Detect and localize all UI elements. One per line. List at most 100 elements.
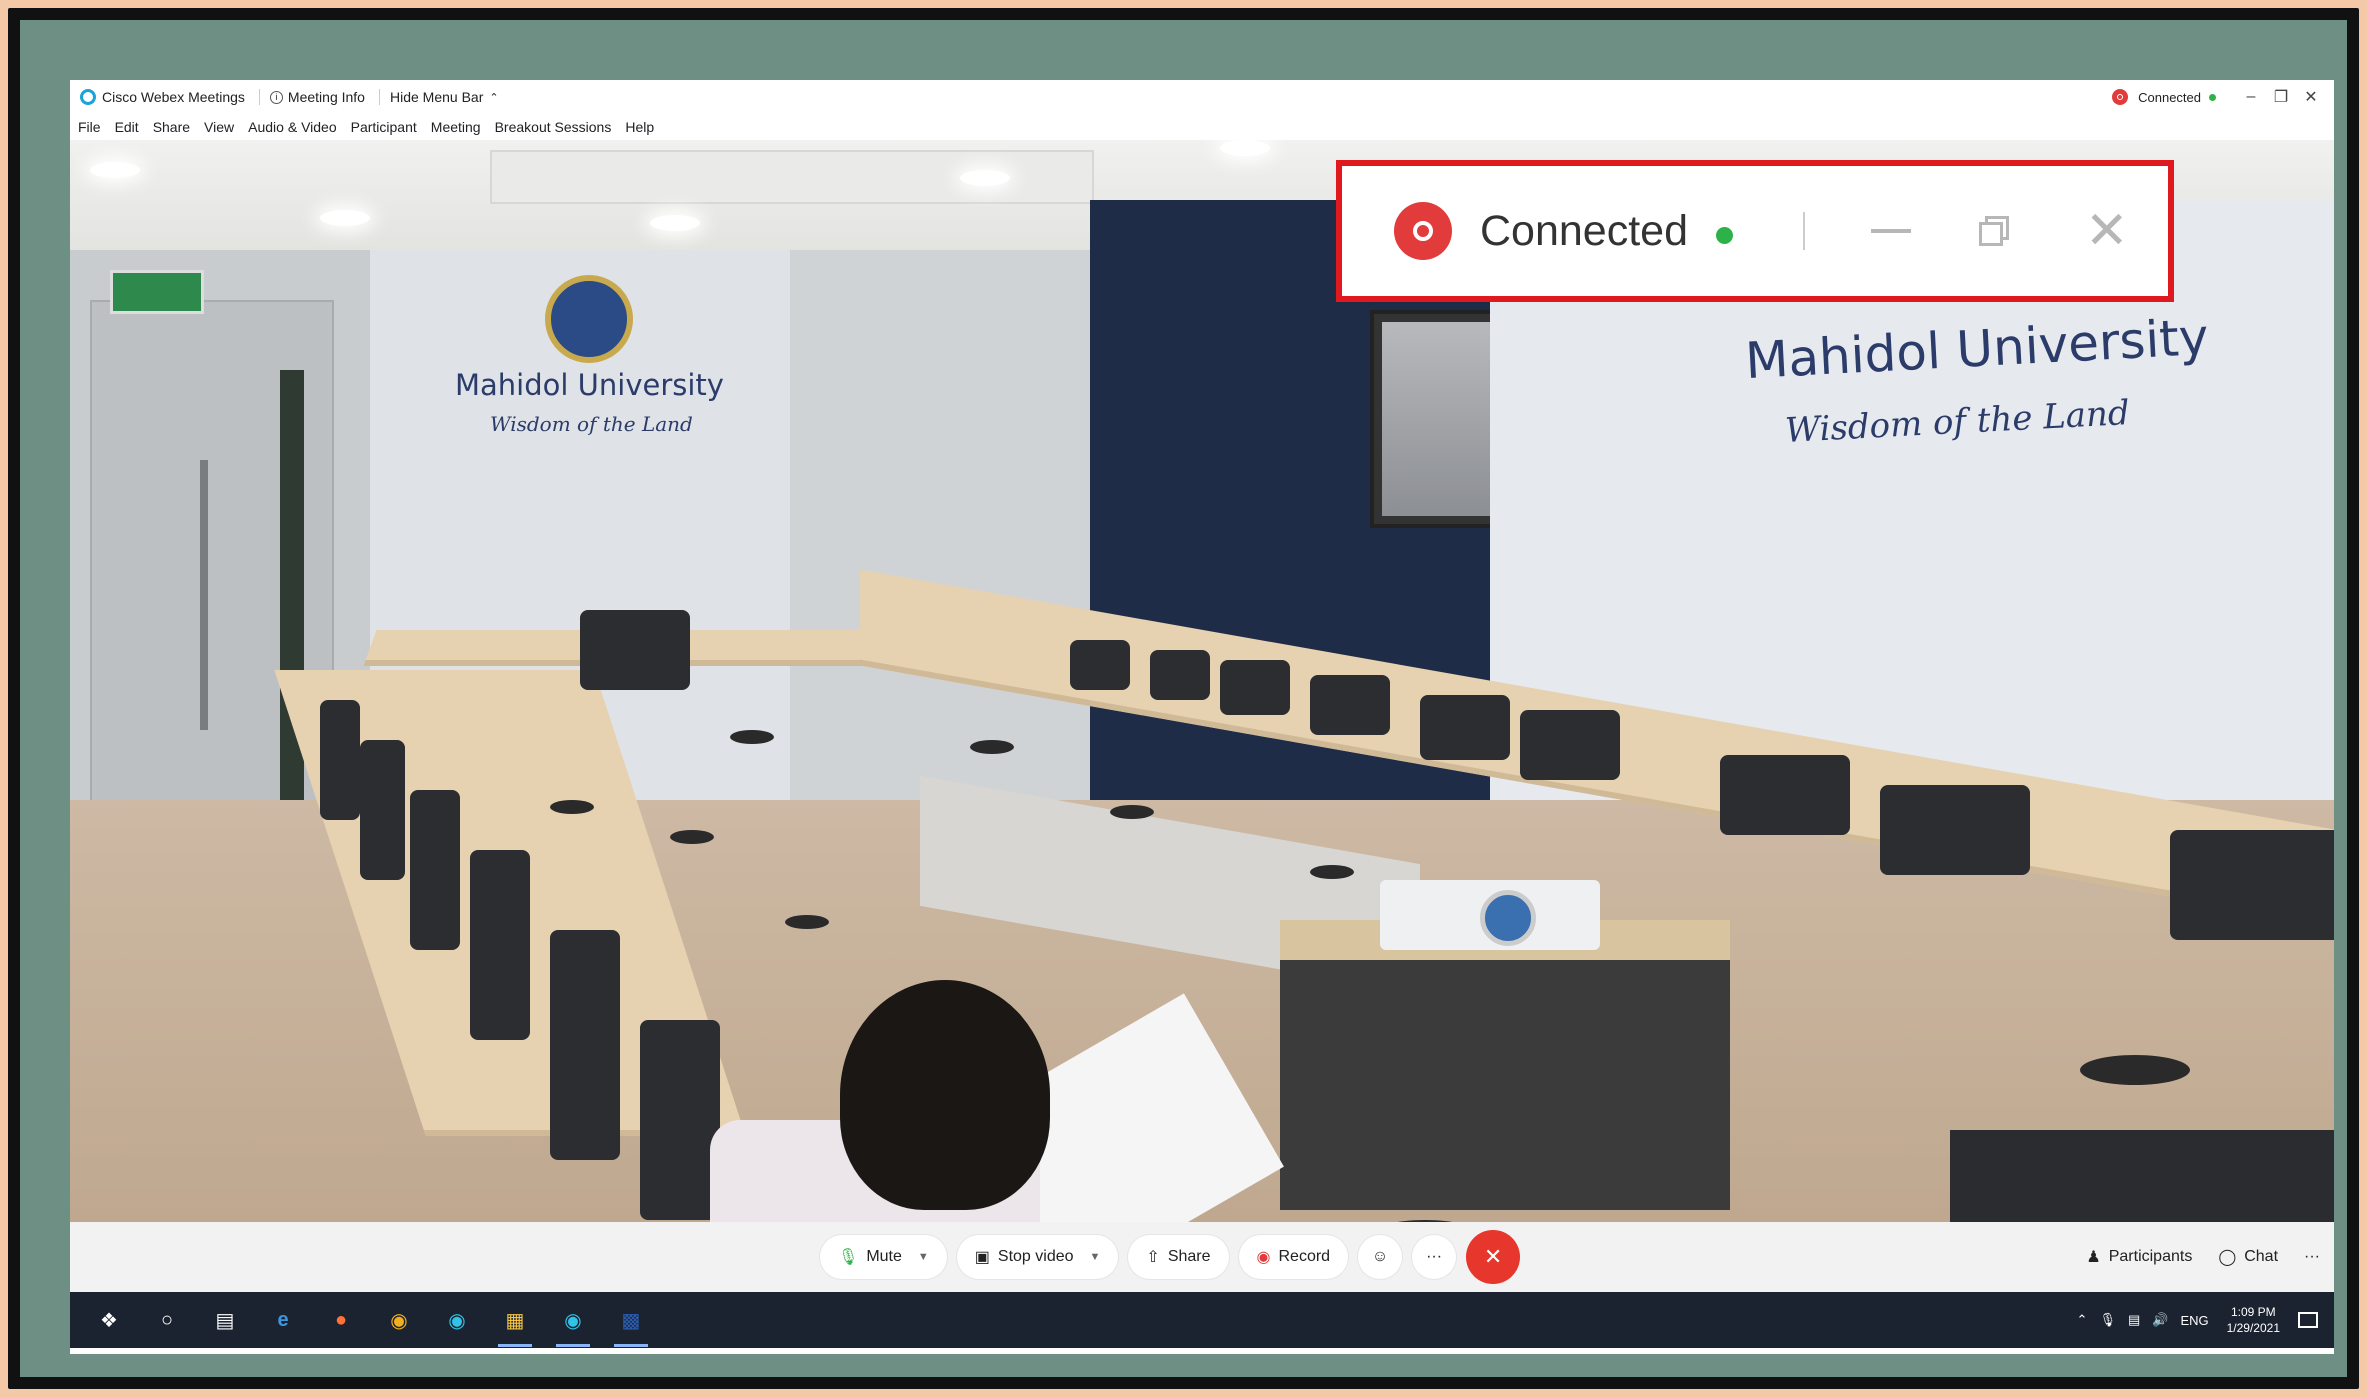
mute-label: Mute: [866, 1248, 902, 1265]
ceiling-light: [320, 210, 370, 226]
video-feed: Mahidol University Wisdom of the Land Ma…: [70, 140, 2334, 1222]
more-label: ···: [1426, 1248, 1443, 1265]
windows-start-icon[interactable]: ❖: [90, 1301, 128, 1339]
minimize-icon[interactable]: –: [2236, 88, 2266, 106]
chevron-down-icon[interactable]: ▼: [918, 1251, 929, 1263]
microphone: [785, 915, 829, 929]
meeting-info-button[interactable]: i Meeting Info: [269, 89, 365, 105]
divider: [378, 89, 380, 105]
firefox-icon[interactable]: ●: [322, 1301, 360, 1339]
menu-help[interactable]: Help: [625, 119, 654, 135]
chair: [640, 1020, 720, 1220]
record-status-icon: [1394, 202, 1452, 260]
windows-taskbar: ❖ ○ ▤ e ● ◉ ◉ ▦ ◉ ▩ ⌃ 🎙 ▤ 🔊 ENG 1:09 PM …: [70, 1292, 2334, 1348]
chair: [320, 700, 360, 820]
close-icon: ✕: [1483, 1244, 1503, 1269]
search-icon[interactable]: ○: [148, 1301, 186, 1339]
edge-icon[interactable]: e: [264, 1301, 302, 1339]
divider: [1803, 212, 1805, 250]
door-handle: [200, 460, 208, 730]
monitor: [1950, 1130, 2334, 1222]
webex-app-icon[interactable]: ◉: [438, 1301, 476, 1339]
volume-icon[interactable]: 🔊: [2152, 1312, 2168, 1328]
clock-date: 1/29/2021: [2226, 1321, 2280, 1335]
connection-status: Connected: [2138, 89, 2201, 105]
chevron-up-icon[interactable]: ⌃: [2077, 1312, 2088, 1328]
language-indicator[interactable]: ENG: [2180, 1313, 2208, 1328]
menu-view[interactable]: View: [204, 119, 234, 135]
menu-edit[interactable]: Edit: [115, 119, 139, 135]
microphone-icon[interactable]: 🎙: [2099, 1312, 2116, 1328]
restore-icon: [1979, 216, 2009, 246]
hide-menu-bar-button[interactable]: Hide Menu Bar ⌃: [390, 89, 499, 105]
more-options-button[interactable]: ···: [1412, 1235, 1457, 1279]
projector-stand: [1280, 940, 1730, 1210]
university-name-left: Mahidol University: [455, 368, 724, 402]
microphone: [670, 830, 714, 844]
microphone: [730, 730, 774, 744]
app-title: Cisco Webex Meetings: [80, 89, 245, 105]
mute-button[interactable]: 🎙 Mute ▼: [820, 1235, 947, 1279]
camera-icon: ▣: [974, 1249, 990, 1266]
chat-button[interactable]: ◯ Chat: [2218, 1247, 2278, 1267]
clock[interactable]: 1:09 PM 1/29/2021: [2227, 1304, 2280, 1336]
person-head: [840, 980, 1050, 1210]
participants-label: Participants: [2108, 1248, 2193, 1265]
menu-file[interactable]: File: [78, 119, 101, 135]
notification-icon[interactable]: [2298, 1312, 2318, 1328]
webex-meetings-icon[interactable]: ◉: [554, 1301, 592, 1347]
overflow-button[interactable]: ···: [2304, 1248, 2320, 1266]
chair: [1720, 755, 1850, 835]
chair: [580, 610, 690, 690]
ceiling-light: [1220, 140, 1270, 156]
menu-audio-video[interactable]: Audio & Video: [248, 119, 336, 135]
title-bar-right: Connected – ❐ ✕: [2112, 80, 2326, 114]
network-icon[interactable]: ▤: [2128, 1312, 2140, 1328]
university-seal-icon: [545, 275, 633, 363]
microphone-icon: 🎙: [838, 1249, 859, 1266]
word-icon[interactable]: ▩: [612, 1301, 650, 1347]
chrome-icon[interactable]: ◉: [380, 1301, 418, 1339]
menu-breakout-sessions[interactable]: Breakout Sessions: [495, 119, 612, 135]
stop-video-button[interactable]: ▣ Stop video ▼: [956, 1235, 1119, 1279]
minimize-icon: [1871, 229, 1911, 233]
microphone: [970, 740, 1014, 754]
chevron-down-icon[interactable]: ▼: [1090, 1251, 1101, 1263]
record-button[interactable]: ◉ Record: [1238, 1235, 1349, 1279]
file-explorer-icon[interactable]: ▦: [496, 1301, 534, 1347]
chair: [1310, 675, 1390, 735]
chevron-up-icon: ⌃: [489, 91, 499, 104]
chair: [550, 930, 620, 1160]
webex-logo-icon: [80, 89, 96, 105]
chair: [1150, 650, 1210, 700]
meeting-control-bar: 🎙 Mute ▼ ▣ Stop video ▼ ⇧ Share ◉ Record…: [70, 1222, 2334, 1292]
close-icon[interactable]: ✕: [2296, 87, 2326, 107]
task-view-icon[interactable]: ▤: [206, 1301, 244, 1339]
end-meeting-button[interactable]: ✕: [1466, 1230, 1521, 1284]
close-icon: ✕: [2085, 202, 2129, 260]
microphone: [550, 800, 594, 814]
chair: [1070, 640, 1130, 690]
app-title-text: Cisco Webex Meetings: [102, 89, 245, 105]
record-label: Record: [1278, 1248, 1331, 1265]
chair: [1220, 660, 1290, 715]
title-bar: Cisco Webex Meetings i Meeting Info Hide…: [70, 80, 2334, 114]
reactions-button[interactable]: ☺: [1358, 1235, 1403, 1279]
participants-button[interactable]: ♟ Participants: [2086, 1247, 2192, 1267]
menu-meeting[interactable]: Meeting: [431, 119, 481, 135]
chair: [410, 790, 460, 950]
microphone: [2080, 1055, 2190, 1085]
connected-status-callout: Connected ✕: [1336, 160, 2174, 302]
exit-sign: [110, 270, 204, 314]
projector-lens: [1480, 890, 1536, 946]
share-icon: ⇧: [1146, 1249, 1160, 1266]
share-label: Share: [1167, 1248, 1211, 1265]
share-button[interactable]: ⇧ Share: [1128, 1235, 1229, 1279]
microphone: [1110, 805, 1154, 819]
restore-icon[interactable]: ❐: [2266, 87, 2296, 107]
menu-share[interactable]: Share: [153, 119, 190, 135]
menu-participant[interactable]: Participant: [351, 119, 417, 135]
status-dot-icon: [2209, 93, 2216, 101]
chair: [470, 850, 530, 1040]
university-motto-left: Wisdom of the Land: [490, 412, 693, 436]
